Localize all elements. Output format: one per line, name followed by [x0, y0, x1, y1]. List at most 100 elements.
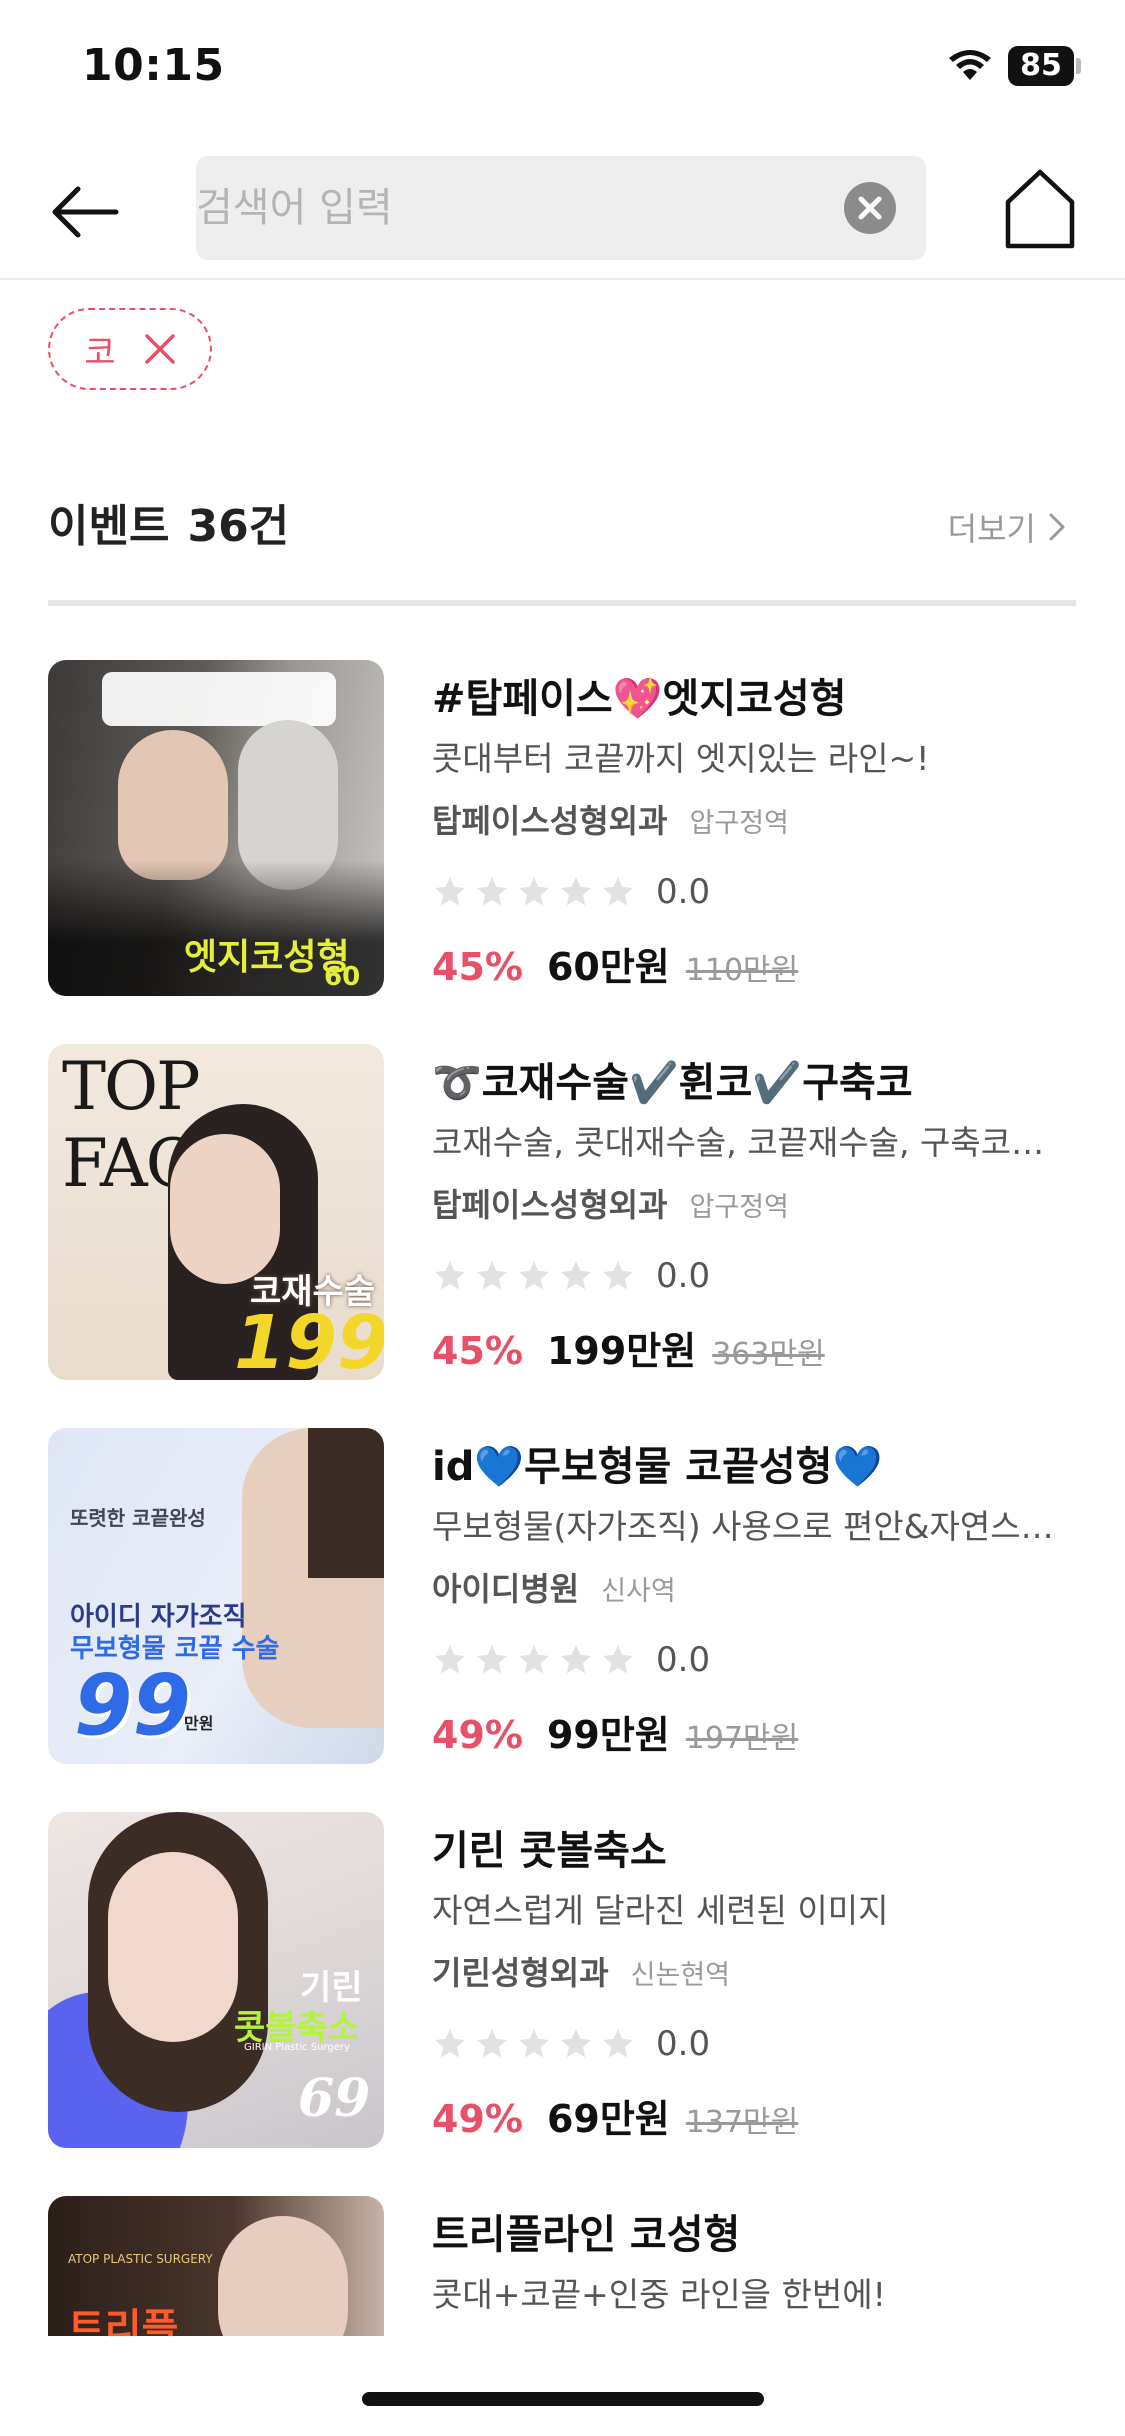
clinic-name: 기린성형외과 신논현역: [432, 1948, 730, 1994]
event-thumbnail: ATOP PLASTIC SURGERY 트리플: [48, 2196, 384, 2336]
status-time: 10:15: [82, 40, 225, 91]
star-icon: [435, 1645, 465, 1674]
star-icon: [477, 2029, 507, 2058]
section-title-label: 이벤트: [48, 501, 170, 552]
discount-rate: 45%: [432, 945, 523, 989]
event-list-item[interactable]: ATOP PLASTIC SURGERY 트리플 트리플라인 코성형 콧대+코끝…: [48, 2196, 1076, 2336]
clinic-label: 기린성형외과: [432, 1954, 609, 1992]
star-icon: [519, 877, 549, 906]
thumb-number: 69: [298, 2068, 371, 2129]
thumb-brand: GIRIN Plastic Surgery: [244, 2042, 350, 2053]
section-count: 36건: [187, 501, 290, 552]
star-icon: [435, 1261, 465, 1290]
star-icon: [477, 1645, 507, 1674]
section-divider: [48, 600, 1076, 606]
filter-chip[interactable]: 코: [48, 308, 212, 390]
clear-search-button[interactable]: [844, 182, 896, 234]
status-bar: 10:15 85: [0, 0, 1125, 140]
star-rating: 0.0: [432, 2024, 710, 2064]
section-title: 이벤트 36건: [48, 490, 289, 554]
star-icon: [519, 1645, 549, 1674]
star-icon: [603, 1645, 633, 1674]
search-box[interactable]: [196, 156, 926, 260]
more-link-label: 더보기: [947, 510, 1036, 548]
event-description: 코재수술, 콧대재수술, 코끝재수술, 구축코재수술: [432, 1123, 1072, 1162]
battery-indicator: 85: [1008, 46, 1074, 86]
event-list-item[interactable]: 기린 콧볼축소 GIRIN Plastic Surgery 69 기린 콧볼축소…: [48, 1812, 1076, 2150]
event-list-item[interactable]: TOP FACE 코재수술 199 ➰코재수술✔️휜코✔️구축코 코재수술, 콧…: [48, 1044, 1076, 1382]
back-button[interactable]: [40, 172, 130, 252]
event-thumbnail: 엣지코성형 60: [48, 660, 384, 996]
station-label: 신사역: [601, 1576, 676, 1607]
star-icon: [561, 1261, 591, 1290]
original-price: 197만원: [685, 1721, 799, 1756]
discount-rate: 49%: [432, 1713, 523, 1757]
event-description: 콧대부터 코끝까지 엣지있는 라인~!: [432, 739, 930, 778]
home-icon: [1005, 169, 1075, 249]
original-price: 363만원: [712, 1337, 825, 1372]
station-label: 신논현역: [630, 1960, 731, 1991]
event-list-item[interactable]: 엣지코성형 60 #탑페이스💖엣지코성형 콧대부터 코끝까지 엣지있는 라인~!…: [48, 660, 1076, 998]
event-title: id💙무보형물 코끝성형💙: [432, 1444, 883, 1490]
original-price: 110만원: [685, 953, 799, 988]
event-title: 트리플라인 코성형: [432, 2212, 741, 2258]
wifi-icon: [949, 50, 991, 80]
star-rating: 0.0: [432, 872, 710, 912]
thumb-badge-number: 60: [324, 962, 361, 992]
star-icon: [603, 877, 633, 906]
thumb-number: 99: [74, 1656, 191, 1754]
remove-filter-icon[interactable]: [144, 333, 176, 365]
event-list-item[interactable]: 또렷한 코끝완성 아이디 자가조직 무보형물 코끝 수술 99 만원 id💙무보…: [48, 1428, 1076, 1766]
price-row: 49% 99만원 197만원: [432, 1704, 798, 1759]
rating-value: 0.0: [656, 1640, 711, 1680]
star-rating: 0.0: [432, 1256, 710, 1296]
clinic-label: 아이디병원: [432, 1570, 580, 1608]
price-row: 45% 60만원 110만원: [432, 936, 798, 991]
original-price: 137만원: [685, 2105, 799, 2140]
event-thumbnail: 또렷한 코끝완성 아이디 자가조직 무보형물 코끝 수술 99 만원: [48, 1428, 384, 1764]
home-button[interactable]: [1000, 166, 1080, 250]
star-icon: [561, 1645, 591, 1674]
star-icon: [477, 877, 507, 906]
chevron-right-icon: [1049, 513, 1065, 541]
clinic-name: 탑페이스성형외과 압구정역: [432, 1180, 789, 1226]
sale-price: 60만원: [546, 945, 670, 989]
message-bubble: [102, 672, 336, 726]
more-link[interactable]: 더보기: [948, 504, 1066, 550]
star-icon: [603, 2029, 633, 2058]
event-title: #탑페이스💖엣지코성형: [432, 676, 847, 722]
close-icon: [858, 196, 882, 220]
face-shape: [170, 1134, 280, 1284]
face-shape: [108, 1852, 238, 2042]
station-label: 압구정역: [689, 808, 789, 839]
clinic-label: 탑페이스성형외과: [432, 1186, 668, 1224]
back-arrow-icon: [52, 186, 119, 238]
rating-value: 0.0: [656, 1256, 711, 1296]
thumb-brand: ATOP PLASTIC SURGERY: [68, 2252, 213, 2266]
sale-price: 99만원: [546, 1713, 670, 1757]
filter-chip-label: 코: [84, 332, 116, 373]
rating-value: 0.0: [656, 872, 711, 912]
star-icon: [435, 877, 465, 906]
station-label: 압구정역: [689, 1192, 789, 1223]
price-row: 45% 199만원 363만원: [432, 1320, 825, 1375]
clinic-name: 탑페이스성형외과 압구정역: [432, 796, 789, 842]
face-shape: [218, 2216, 348, 2336]
thumb-headline: 트리플: [68, 2306, 179, 2336]
price-row: 49% 69만원 137만원: [432, 2088, 798, 2143]
hair-shape: [308, 1428, 384, 1578]
event-thumbnail: 기린 콧볼축소 GIRIN Plastic Surgery 69: [48, 1812, 384, 2148]
star-icon: [435, 2029, 465, 2058]
top-nav: [0, 140, 1125, 280]
star-icon: [603, 1261, 633, 1290]
event-description: 자연스럽게 달라진 세련된 이미지: [432, 1891, 889, 1930]
thumb-unit: 만원: [184, 1714, 214, 1733]
sale-price: 69만원: [546, 2097, 670, 2141]
home-indicator: [362, 2392, 764, 2406]
search-input[interactable]: [196, 156, 816, 260]
sale-price: 199만원: [546, 1329, 697, 1373]
star-icon: [519, 1261, 549, 1290]
clinic-name: 아이디병원 신사역: [432, 1564, 676, 1610]
thumb-line1: 또렷한 코끝완성: [70, 1506, 206, 1530]
battery-tip: [1076, 58, 1081, 74]
